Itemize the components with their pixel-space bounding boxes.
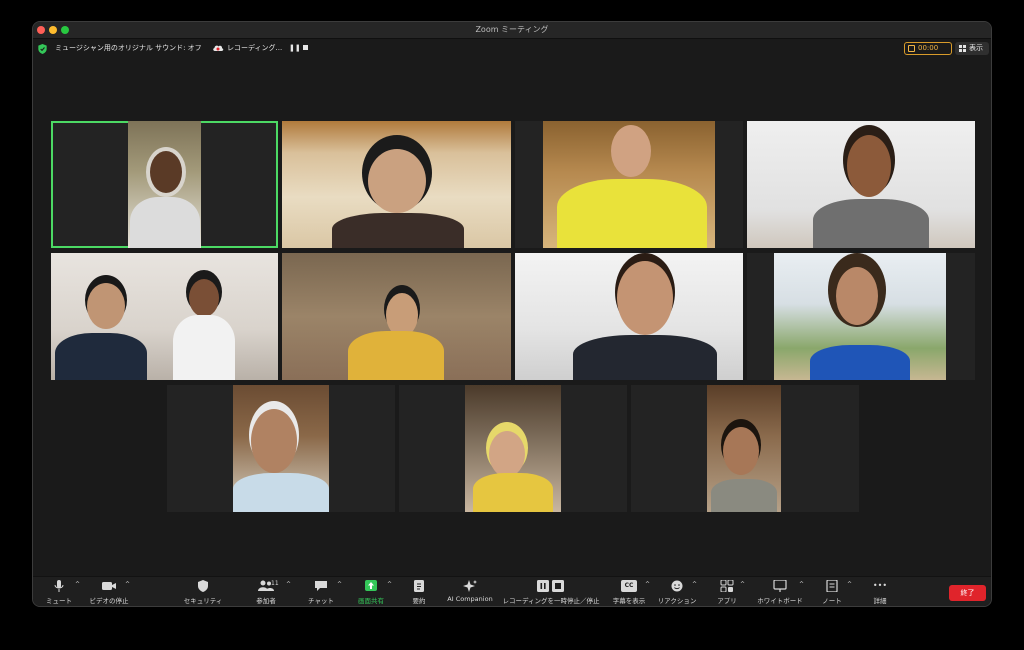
microphone-icon bbox=[54, 580, 64, 592]
more-label: 詳細 bbox=[873, 597, 887, 605]
end-meeting-button[interactable]: 終了 bbox=[949, 585, 986, 601]
participants-count: 11 bbox=[271, 580, 279, 587]
participant-video bbox=[282, 253, 511, 380]
participant-video bbox=[465, 385, 561, 512]
share-screen-icon bbox=[365, 580, 377, 591]
participant-tile-6[interactable] bbox=[282, 253, 511, 380]
video-camera-icon bbox=[102, 582, 116, 590]
participant-video bbox=[51, 253, 278, 380]
participant-tile-3[interactable] bbox=[515, 121, 743, 248]
grid-view-icon bbox=[959, 45, 966, 52]
participant-tile-8[interactable] bbox=[747, 253, 975, 380]
summary-button[interactable]: 要約 bbox=[405, 579, 433, 606]
participant-video bbox=[707, 385, 781, 512]
participants-label: 参加者 bbox=[256, 597, 276, 605]
summary-label: 要約 bbox=[412, 597, 426, 605]
mute-options-chevron-icon[interactable]: ^ bbox=[75, 581, 80, 588]
share-options-chevron-icon[interactable]: ^ bbox=[387, 581, 392, 588]
stop-recording-icon[interactable] bbox=[303, 45, 308, 50]
participant-tile-4[interactable] bbox=[747, 121, 975, 248]
show-captions-label: 字幕を表示 bbox=[612, 597, 646, 605]
timer-value: 00:00 bbox=[918, 44, 939, 52]
participant-video bbox=[233, 385, 329, 512]
captions-icon: CC bbox=[621, 580, 637, 592]
stop-video-label: ビデオの停止 bbox=[89, 597, 129, 605]
view-button[interactable]: 表示 bbox=[955, 42, 989, 55]
show-captions-button[interactable]: CC 字幕を表示 bbox=[611, 579, 647, 606]
recording-status: レコーディング... bbox=[227, 44, 283, 52]
share-screen-label: 画面共有 bbox=[358, 597, 384, 605]
participant-video bbox=[774, 253, 946, 380]
participant-video bbox=[747, 121, 975, 248]
window-title: Zoom ミーティング bbox=[475, 25, 549, 34]
shield-icon bbox=[198, 580, 208, 592]
mute-label: ミュート bbox=[46, 597, 72, 605]
security-label: セキュリティ bbox=[183, 597, 223, 605]
meeting-timer[interactable]: 00:00 bbox=[904, 42, 952, 55]
chat-options-chevron-icon[interactable]: ^ bbox=[337, 581, 342, 588]
participant-video bbox=[282, 121, 511, 248]
notes-button[interactable]: ノート bbox=[817, 579, 847, 606]
shield-icon[interactable] bbox=[38, 44, 47, 54]
cloud-recording-icon bbox=[213, 45, 224, 51]
notes-icon bbox=[826, 580, 838, 592]
mute-button[interactable]: ミュート bbox=[41, 579, 77, 606]
recording-controls-icon bbox=[537, 580, 564, 592]
chat-label: チャット bbox=[308, 597, 334, 605]
timer-icon bbox=[908, 45, 915, 52]
more-button[interactable]: ••• 詳細 bbox=[867, 579, 893, 606]
music-mode-status[interactable]: ミュージシャン用のオリジナル サウンド: オフ bbox=[55, 43, 202, 53]
whiteboard-button[interactable]: ホワイトボード bbox=[755, 579, 805, 606]
apps-options-chevron-icon[interactable]: ^ bbox=[740, 581, 745, 588]
participants-options-chevron-icon[interactable]: ^ bbox=[286, 581, 291, 588]
pause-stop-recording-label: レコーディングを一時停止／停止 bbox=[502, 597, 600, 605]
notes-label: ノート bbox=[822, 597, 842, 605]
participant-tile-9[interactable] bbox=[167, 385, 395, 512]
participant-tile-5[interactable] bbox=[51, 253, 278, 380]
ai-companion-button[interactable]: AI Companion bbox=[445, 579, 495, 606]
stop-video-button[interactable]: ビデオの停止 bbox=[89, 579, 129, 606]
pause-recording-icon[interactable]: ❚❚ bbox=[289, 44, 301, 52]
pause-stop-recording-button[interactable]: レコーディングを一時停止／停止 bbox=[501, 579, 601, 606]
meeting-info-bar: ミュージシャン用のオリジナル サウンド: オフ レコーディング... ❚❚ 00… bbox=[33, 40, 991, 58]
zoom-window: Zoom ミーティング ミュージシャン用のオリジナル サウンド: オフ レコーデ… bbox=[32, 21, 992, 607]
whiteboard-icon bbox=[773, 580, 787, 592]
reactions-label: リアクション bbox=[657, 597, 697, 605]
participant-tile-10[interactable] bbox=[399, 385, 627, 512]
more-dots-icon: ••• bbox=[872, 581, 888, 590]
chat-bubble-icon bbox=[315, 581, 327, 591]
captions-options-chevron-icon[interactable]: ^ bbox=[645, 581, 650, 588]
participant-video bbox=[128, 121, 201, 248]
participant-tile-1[interactable] bbox=[51, 121, 278, 248]
apps-label: アプリ bbox=[717, 597, 737, 605]
title-bar: Zoom ミーティング bbox=[33, 22, 991, 39]
share-screen-button[interactable]: 画面共有 bbox=[355, 579, 387, 606]
participant-tile-7[interactable] bbox=[515, 253, 743, 380]
ai-companion-label: AI Companion bbox=[447, 595, 493, 603]
video-gallery bbox=[33, 58, 991, 576]
chat-button[interactable]: チャット bbox=[305, 579, 337, 606]
reactions-options-chevron-icon[interactable]: ^ bbox=[692, 581, 697, 588]
summary-icon bbox=[414, 580, 424, 592]
sparkle-icon bbox=[463, 580, 477, 592]
notes-options-chevron-icon[interactable]: ^ bbox=[847, 581, 852, 588]
meeting-toolbar: ミュート ^ ビデオの停止 ^ セキュリティ 参加者 11 ^ チャット ^ 画… bbox=[33, 576, 991, 606]
view-label: 表示 bbox=[969, 44, 983, 52]
apps-icon bbox=[720, 580, 734, 592]
reactions-button[interactable]: リアクション bbox=[657, 579, 697, 606]
participant-video bbox=[543, 121, 715, 248]
participant-tile-2[interactable] bbox=[282, 121, 511, 248]
participant-video bbox=[515, 253, 743, 380]
apps-button[interactable]: アプリ bbox=[713, 579, 741, 606]
smiley-icon bbox=[671, 580, 683, 592]
security-button[interactable]: セキュリティ bbox=[183, 579, 223, 606]
whiteboard-options-chevron-icon[interactable]: ^ bbox=[799, 581, 804, 588]
participant-tile-11[interactable] bbox=[631, 385, 859, 512]
whiteboard-label: ホワイトボード bbox=[757, 597, 803, 605]
video-options-chevron-icon[interactable]: ^ bbox=[125, 581, 130, 588]
